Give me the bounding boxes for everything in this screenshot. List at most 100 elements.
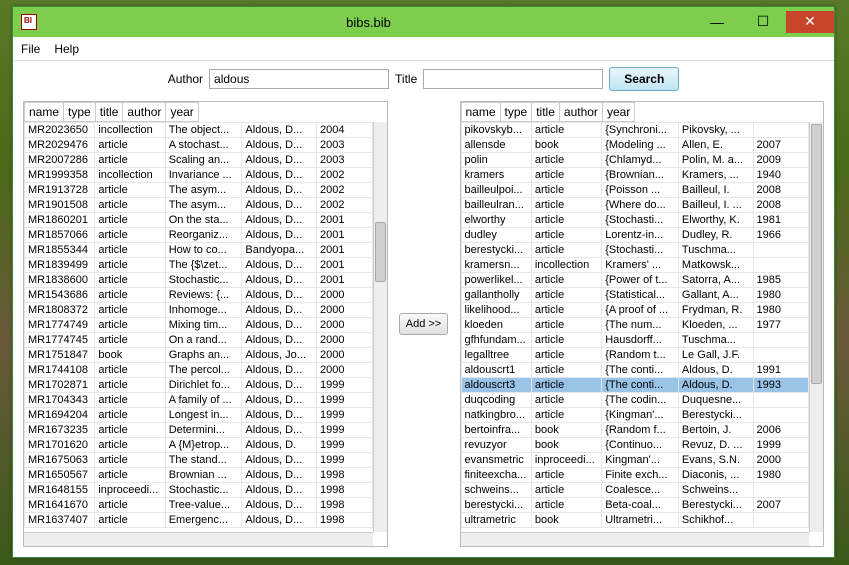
col-author[interactable]: author xyxy=(559,103,602,122)
table-row[interactable]: natkingbro...article{Kingman'...Berestyc… xyxy=(461,408,809,423)
cell-name: MR1774745 xyxy=(25,333,95,348)
table-row[interactable]: elworthyarticle{Stochasti...Elworthy, K.… xyxy=(461,213,809,228)
table-row[interactable]: bailleulpoi...article{Poisson ...Bailleu… xyxy=(461,183,809,198)
add-button[interactable]: Add >> xyxy=(399,313,448,335)
table-row[interactable]: MR1839499articleThe {$\zet...Aldous, D..… xyxy=(25,258,373,273)
table-row[interactable]: MR1774749articleMixing tim...Aldous, D..… xyxy=(25,318,373,333)
app-icon xyxy=(21,14,37,30)
cell-title: Mixing tim... xyxy=(165,318,242,333)
table-row[interactable]: MR1675063articleThe stand...Aldous, D...… xyxy=(25,453,373,468)
cell-name: MR1694204 xyxy=(25,408,95,423)
table-row[interactable]: MR1701620articleA {M}etrop...Aldous, D.1… xyxy=(25,438,373,453)
table-row[interactable]: polinarticle{Chlamyd...Polin, M. a...200… xyxy=(461,153,809,168)
cell-type: article xyxy=(531,183,601,198)
cell-year: 2000 xyxy=(317,348,372,363)
table-row[interactable]: MR1860201articleOn the sta...Aldous, D..… xyxy=(25,213,373,228)
table-row[interactable]: MR1751847bookGraphs an...Aldous, Jo...20… xyxy=(25,348,373,363)
table-row[interactable]: revuzyorbook{Continuo...Revuz, D. ...199… xyxy=(461,438,809,453)
table-row[interactable]: MR1648155inproceedi...Stochastic...Aldou… xyxy=(25,483,373,498)
cell-type: article xyxy=(95,198,165,213)
table-row[interactable]: MR1637407articleEmergenc...Aldous, D...1… xyxy=(25,513,373,528)
cell-name: aldouscrt3 xyxy=(461,378,531,393)
cell-author: Evans, S.N. xyxy=(678,453,753,468)
table-row[interactable]: MR2029476articleA stochast...Aldous, D..… xyxy=(25,138,373,153)
table-row[interactable]: berestycki...articleBeta-coal...Berestyc… xyxy=(461,498,809,513)
cell-type: article xyxy=(95,513,165,528)
table-row[interactable]: kloedenarticle{The num...Kloeden, ...197… xyxy=(461,318,809,333)
title-input[interactable] xyxy=(423,69,603,89)
cell-title: Beta-coal... xyxy=(602,498,679,513)
table-row[interactable]: schweins...articleCoalesce...Schweins... xyxy=(461,483,809,498)
menu-file[interactable]: File xyxy=(21,42,40,56)
table-row[interactable]: berestycki...article{Stochasti...Tuschma… xyxy=(461,243,809,258)
minimize-button[interactable]: — xyxy=(694,11,740,33)
cell-title: How to co... xyxy=(165,243,242,258)
col-name[interactable]: name xyxy=(461,103,500,122)
table-row[interactable]: gfhfundam...articleHausdorff...Tuschma..… xyxy=(461,333,809,348)
cell-title: Dirichlet fo... xyxy=(165,378,242,393)
table-row[interactable]: MR1901508articleThe asym...Aldous, D...2… xyxy=(25,198,373,213)
table-row[interactable]: duqcodingarticle{The codin...Duquesne... xyxy=(461,393,809,408)
table-row[interactable]: aldouscrt3article{The conti...Aldous, D.… xyxy=(461,378,809,393)
table-row[interactable]: gallanthollyarticle{Statistical...Gallan… xyxy=(461,288,809,303)
table-row[interactable]: kramersn...incollectionKramers' ...Matko… xyxy=(461,258,809,273)
col-year[interactable]: year xyxy=(166,103,198,122)
close-button[interactable]: ✕ xyxy=(786,11,834,33)
table-row[interactable]: aldouscrt1article{The conti...Aldous, D.… xyxy=(461,363,809,378)
cell-name: bertoinfra... xyxy=(461,423,531,438)
table-row[interactable]: MR1808372articleInhomoge...Aldous, D...2… xyxy=(25,303,373,318)
col-type[interactable]: type xyxy=(500,103,532,122)
table-row[interactable]: MR2007286articleScaling an...Aldous, D..… xyxy=(25,153,373,168)
table-row[interactable]: MR1650567articleBrownian ...Aldous, D...… xyxy=(25,468,373,483)
table-row[interactable]: likelihood...article{A proof of ...Frydm… xyxy=(461,303,809,318)
table-row[interactable]: kramersarticle{Brownian...Kramers, ...19… xyxy=(461,168,809,183)
maximize-button[interactable]: ☐ xyxy=(740,11,786,33)
cell-name: MR1901508 xyxy=(25,198,95,213)
cell-title: Reviews: {... xyxy=(165,288,242,303)
cell-name: MR1808372 xyxy=(25,303,95,318)
titlebar: bibs.bib — ☐ ✕ xyxy=(13,7,834,37)
author-input[interactable] xyxy=(209,69,389,89)
table-row[interactable]: MR1543686articleReviews: {...Aldous, D..… xyxy=(25,288,373,303)
table-row[interactable]: MR1694204articleLongest in...Aldous, D..… xyxy=(25,408,373,423)
table-row[interactable]: MR1673235articleDetermini...Aldous, D...… xyxy=(25,423,373,438)
table-row[interactable]: MR1774745articleOn a rand...Aldous, D...… xyxy=(25,333,373,348)
search-button[interactable]: Search xyxy=(609,67,679,91)
left-vscrollbar[interactable] xyxy=(373,122,387,532)
table-row[interactable]: allensdebook{Modeling ...Allen, E.2007 xyxy=(461,138,809,153)
table-row[interactable]: MR1999358incollectionInvariance ...Aldou… xyxy=(25,168,373,183)
table-row[interactable]: MR1913728articleThe asym...Aldous, D...2… xyxy=(25,183,373,198)
table-row[interactable]: ultrametricbookUltrametri...Schikhof... xyxy=(461,513,809,528)
table-row[interactable]: bailleulran...article{Where do...Bailleu… xyxy=(461,198,809,213)
middle-panel: Add >> xyxy=(394,101,454,547)
table-row[interactable]: MR1641670articleTree-value...Aldous, D..… xyxy=(25,498,373,513)
table-row[interactable]: MR2023650incollectionThe object...Aldous… xyxy=(25,123,373,138)
cell-title: {Chlamyd... xyxy=(602,153,679,168)
table-row[interactable]: MR1704343articleA family of ...Aldous, D… xyxy=(25,393,373,408)
col-title[interactable]: title xyxy=(95,103,123,122)
col-author[interactable]: author xyxy=(123,103,166,122)
cell-name: MR1838600 xyxy=(25,273,95,288)
table-row[interactable]: MR1744108articleThe percol...Aldous, D..… xyxy=(25,363,373,378)
right-vscrollbar[interactable] xyxy=(809,122,823,532)
left-hscrollbar[interactable] xyxy=(24,532,373,546)
cell-title: Reorganiz... xyxy=(165,228,242,243)
table-row[interactable]: MR1855344articleHow to co...Bandyopa...2… xyxy=(25,243,373,258)
table-row[interactable]: MR1702871articleDirichlet fo...Aldous, D… xyxy=(25,378,373,393)
table-row[interactable]: MR1838600articleStochastic...Aldous, D..… xyxy=(25,273,373,288)
table-row[interactable]: powerlikel...article{Power of t...Satorr… xyxy=(461,273,809,288)
table-row[interactable]: MR1857066articleReorganiz...Aldous, D...… xyxy=(25,228,373,243)
col-name[interactable]: name xyxy=(25,103,64,122)
table-row[interactable]: dudleyarticleLorentz-in...Dudley, R.1966 xyxy=(461,228,809,243)
table-row[interactable]: pikovskyb...article{Synchroni...Pikovsky… xyxy=(461,123,809,138)
col-title[interactable]: title xyxy=(532,103,560,122)
col-type[interactable]: type xyxy=(64,103,96,122)
menu-help[interactable]: Help xyxy=(54,42,79,56)
right-hscrollbar[interactable] xyxy=(461,532,810,546)
table-row[interactable]: bertoinfra...book{Random f...Bertoin, J.… xyxy=(461,423,809,438)
table-row[interactable]: evansmetricinproceedi...Kingman'...Evans… xyxy=(461,453,809,468)
table-row[interactable]: finiteexcha...articleFinite exch...Diaco… xyxy=(461,468,809,483)
cell-name: duqcoding xyxy=(461,393,531,408)
table-row[interactable]: legalltreearticle{Random t...Le Gall, J.… xyxy=(461,348,809,363)
col-year[interactable]: year xyxy=(602,103,634,122)
